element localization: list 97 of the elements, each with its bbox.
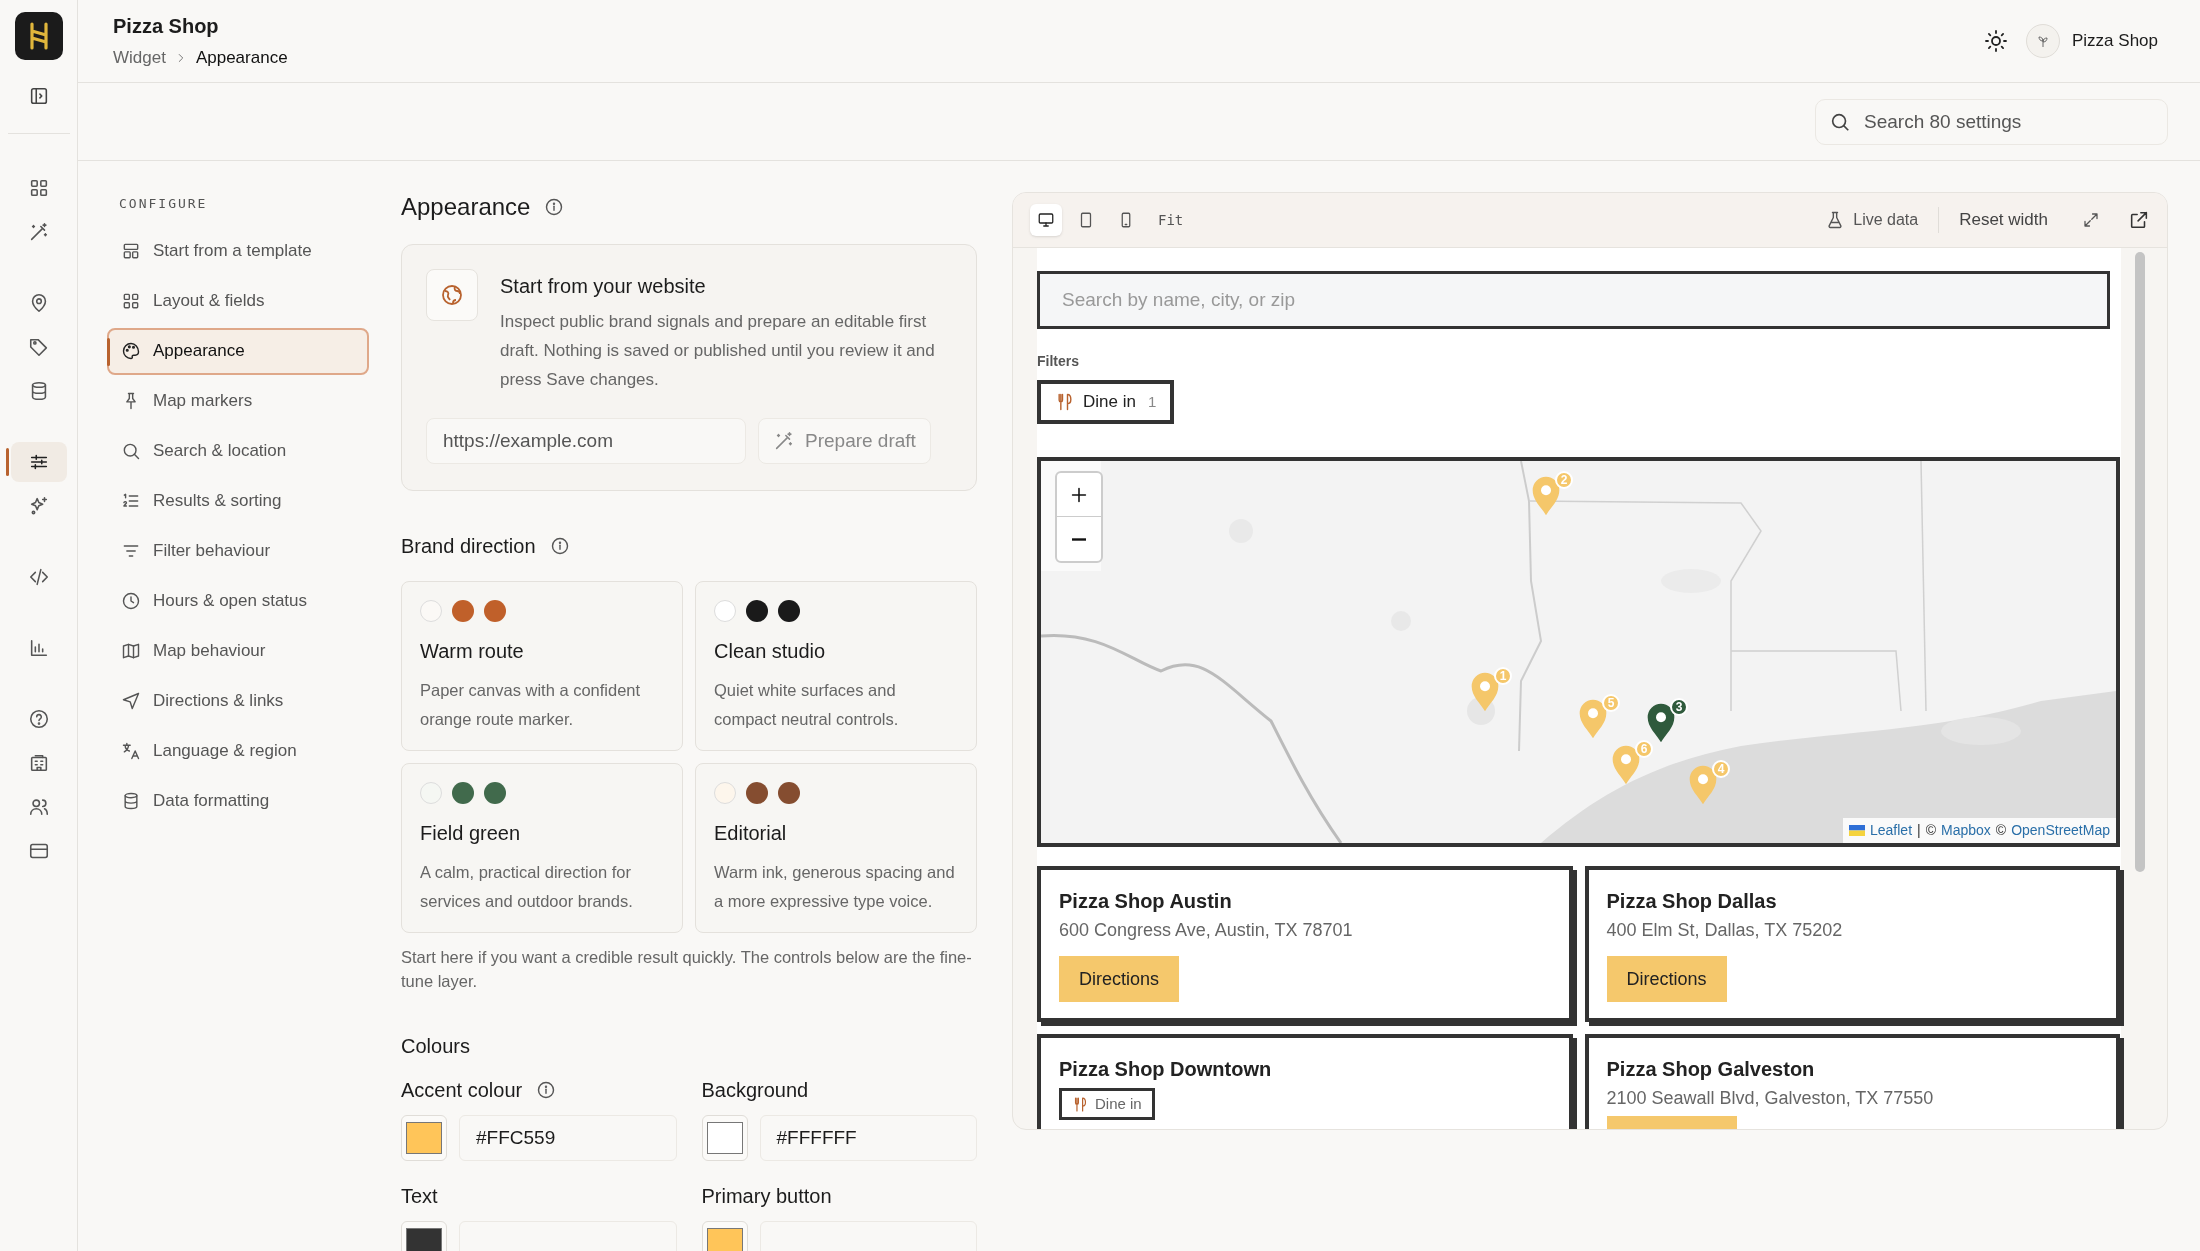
location-name: Pizza Shop Galveston — [1606, 1057, 1816, 1082]
colour-swatch-button[interactable] — [401, 1115, 447, 1161]
breadcrumb-item: Appearance — [195, 47, 288, 70]
translate-icon — [121, 741, 141, 761]
utensils-icon — [1072, 1095, 1089, 1113]
live-data-button[interactable]: Live data — [1825, 208, 1919, 232]
location-search-field[interactable]: Search by name, city, or zip — [1037, 271, 2110, 329]
nav-item[interactable]: Appearance — [107, 327, 369, 375]
directions-button[interactable]: Directions — [1059, 956, 1180, 1002]
section-title: Brand direction — [401, 534, 536, 559]
field-label: Background — [701, 1078, 809, 1103]
attribution-text: © — [1995, 821, 2007, 840]
nav-item[interactable]: Filter behaviour — [107, 527, 369, 575]
attribution-link[interactable]: OpenStreetMap — [2011, 820, 2110, 841]
preset-description: Quiet white surfaces and compact neutral controls. — [714, 680, 900, 730]
location-address: 2100 Seawall Blvd, Galveston, TX 77550 — [1606, 1087, 1935, 1110]
preset-name: Warm route — [420, 639, 525, 664]
search-icon — [121, 441, 141, 461]
expand-icon[interactable] — [2082, 211, 2100, 229]
attribution-text: © — [1925, 821, 1936, 840]
url-field[interactable]: https://example.com — [426, 418, 746, 464]
nav-item[interactable]: Map markers — [107, 377, 369, 425]
reset-width-button[interactable]: Reset width — [1959, 207, 2048, 233]
attribution-link[interactable]: Mapbox — [1941, 820, 1991, 841]
preset-name: Clean studio — [714, 639, 827, 664]
location-name: Pizza Shop Downtown — [1059, 1057, 1273, 1082]
brand-preset-card[interactable]: Warm route Paper canvas with a confident orange route marker. — [401, 581, 683, 751]
field-label: Text — [401, 1184, 438, 1209]
location-name: Pizza Shop Austin — [1059, 889, 1233, 914]
filter-chip[interactable]: Dine in 1 — [1037, 380, 1175, 424]
utensils-icon — [1055, 392, 1075, 412]
preset-description: A calm, practical direction for services and outdoor brands. — [420, 862, 634, 912]
info-icon[interactable] — [536, 1080, 557, 1100]
location-address: 600 Congress Ave, Austin, TX 78701 — [1059, 919, 1354, 942]
page-title: Pizza Shop — [113, 14, 220, 40]
fit-button[interactable]: Fit — [1158, 209, 1184, 231]
info-icon[interactable] — [549, 536, 570, 556]
flag-icon — [1849, 825, 1865, 836]
hint-text: Start here if you want a credible result quickly. The controls below are the fine-tune layer. — [401, 947, 973, 992]
grid-icon — [121, 291, 141, 311]
users-icon — [27, 796, 50, 818]
minus-icon — [1071, 537, 1087, 541]
external-link-icon[interactable] — [2128, 209, 2150, 231]
brand-preset-card[interactable]: Clean studio Quiet white surfaces and compact neutral controls. — [695, 581, 977, 751]
magic-wand-icon — [773, 430, 795, 452]
field-label: Accent colour — [401, 1078, 523, 1103]
database-icon — [121, 791, 141, 811]
directions-button[interactable]: Directions — [1606, 956, 1727, 1002]
help-icon — [27, 708, 50, 730]
nav-item[interactable]: Language & region — [107, 727, 369, 775]
filters-label: Filters — [1037, 352, 1080, 371]
nav-item[interactable]: Data formatting — [107, 777, 369, 825]
scrollbar[interactable] — [2135, 252, 2145, 872]
card-title: Start from your website — [500, 274, 707, 299]
account-name[interactable]: Pizza Shop — [2072, 28, 2158, 54]
nav-item[interactable]: Map behaviour — [107, 627, 369, 675]
info-icon[interactable] — [544, 197, 565, 217]
attribution-link[interactable]: Leaflet — [1870, 820, 1913, 841]
brand-preset-card[interactable]: Editorial Warm ink, generous spacing and a more expressive type voice. — [695, 763, 977, 933]
card-description: Inspect public brand signals and prepare an editable first draft. Nothing is saved or published until you review it and press Save changes. — [500, 311, 936, 391]
nav-item[interactable]: Layout & fields — [107, 277, 369, 325]
desktop-icon — [1037, 211, 1055, 229]
nav-item[interactable]: Results & sorting — [107, 477, 369, 525]
code-icon — [27, 566, 50, 588]
preset-name: Field green — [420, 821, 522, 846]
location-name: Pizza Shop Dallas — [1606, 889, 1778, 914]
colour-swatch-button[interactable] — [701, 1115, 748, 1161]
map-icon — [121, 641, 141, 661]
nav-item[interactable]: Search & location — [107, 427, 369, 475]
section-heading: CONFIGURE — [118, 195, 209, 213]
clock-icon — [121, 591, 141, 611]
hex-field[interactable]: #FFC559 — [459, 1115, 677, 1161]
section-title: Appearance — [401, 192, 531, 222]
nav-item[interactable]: Start from a template — [107, 227, 369, 275]
breadcrumb-item[interactable]: Widget — [113, 45, 166, 71]
nav-item[interactable]: Hours & open status — [107, 577, 369, 625]
tag-chip: Dine in — [1059, 1088, 1155, 1120]
tag-icon — [27, 336, 50, 358]
settings-search-field[interactable]: Search 80 settings — [1815, 98, 2168, 145]
preset-description: Warm ink, generous spacing and a more expressive type voice. — [714, 862, 956, 912]
globe-icon — [440, 283, 464, 307]
section-title: Colours — [401, 1034, 471, 1059]
palette-icon — [121, 341, 141, 361]
navigation-arrow-icon — [121, 691, 141, 711]
nav-item[interactable]: Directions & links — [107, 677, 369, 725]
sun-icon[interactable] — [1984, 29, 2008, 53]
map[interactable]: 2 1 5 3 6 4 Leaflet | © Mapbox © OpenStreetMap — [1037, 457, 2120, 847]
location-address: 400 Elm St, Dallas, TX 75202 — [1606, 919, 1844, 942]
attribution-text: | — [1917, 821, 1921, 840]
layout-icon — [121, 241, 141, 261]
device-toggle[interactable] — [1030, 204, 1062, 236]
preset-name: Editorial — [714, 821, 788, 846]
hex-field[interactable]: #FFFFFF — [759, 1115, 977, 1161]
brand-preset-card[interactable]: Field green A calm, practical direction for services and outdoor brands. — [401, 763, 683, 933]
field-label: Primary button — [701, 1184, 832, 1209]
preset-description: Paper canvas with a confident orange route marker. — [420, 680, 642, 730]
app-logo[interactable] — [14, 12, 63, 60]
